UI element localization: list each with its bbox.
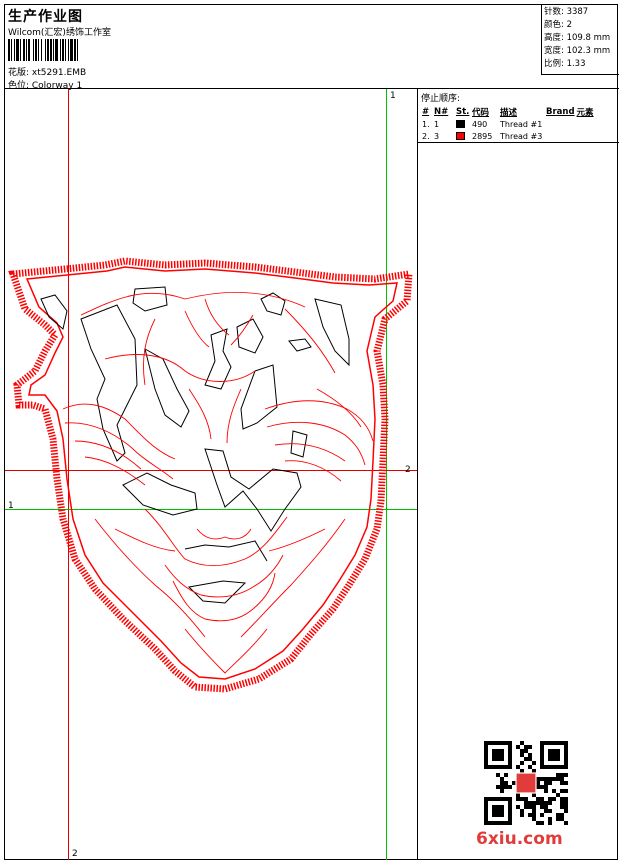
design-file: 花版: xt5291.EMB (8, 68, 87, 78)
needle-number: 1 (434, 119, 440, 129)
needle-number: 3 (434, 131, 440, 141)
thread-description: Thread #1 (500, 119, 543, 129)
stats-panel: 针数: 3387 颜色: 2 高度: 109.8 mm 宽度: 102.3 mm… (541, 5, 619, 75)
color-swatch (456, 120, 465, 128)
brand (545, 130, 576, 142)
tiger-embroidery-design (8, 257, 413, 693)
qr-code (484, 741, 568, 825)
stop-number: 1. (422, 119, 430, 129)
element (576, 130, 616, 142)
element (576, 118, 616, 130)
design-scale: 比例: 1.33 (544, 59, 586, 69)
header: 生产作业图 Wilcom(汇宏)绣饰工作室 花版: xt5291.EMB 色位:… (5, 5, 619, 91)
barcode (8, 39, 134, 61)
column-header: Brand (546, 106, 575, 117)
stitch-count: 针数: 3387 (544, 7, 589, 17)
column-header: 代码 (472, 107, 490, 118)
stop-sequence-title: 停止顺序: (421, 94, 461, 104)
color-count: 颜色: 2 (544, 20, 572, 30)
design-height: 高度: 109.8 mm (544, 33, 611, 43)
stop-row: 1. 1 490 Thread #1 (421, 118, 616, 130)
stop-sequence-table: # N# St. 代码 描述 Brand 元素 1. 1 490 Thread #1 2… (421, 105, 616, 142)
production-worksheet: 生产作业图 Wilcom(汇宏)绣饰工作室 花版: xt5291.EMB 色位:… (4, 4, 619, 860)
thread-description: Thread #3 (500, 131, 543, 141)
column-header: 元素 (576, 107, 594, 118)
stop-sequence-panel: 停止顺序: # N# St. 代码 描述 Brand 元素 1. 1 490 Thre… (418, 89, 619, 143)
column-header: 描述 (500, 107, 518, 118)
watermark-logo: 6xiu.com (476, 829, 563, 849)
company-name: Wilcom(汇宏)绣饰工作室 (8, 28, 111, 38)
color-swatch-cell (455, 118, 471, 130)
stop-row: 2. 3 2895 Thread #3 (421, 130, 616, 142)
design-width: 宽度: 102.3 mm (544, 46, 611, 56)
color-swatch-cell (455, 130, 471, 142)
stop-number: 2. (422, 131, 430, 141)
color-swatch (456, 132, 465, 140)
page-title: 生产作业图 (8, 9, 83, 25)
brand (545, 118, 576, 130)
column-header: N# (434, 106, 449, 117)
stitch-code: 2895 (472, 131, 493, 141)
column-header: St. (456, 106, 470, 117)
right-panel: 停止顺序: # N# St. 代码 描述 Brand 元素 1. 1 490 Thre… (418, 89, 619, 860)
stitch-code: 490 (472, 119, 488, 129)
column-header: # (422, 106, 430, 117)
design-canvas: 1 2 1 2 (5, 89, 418, 860)
